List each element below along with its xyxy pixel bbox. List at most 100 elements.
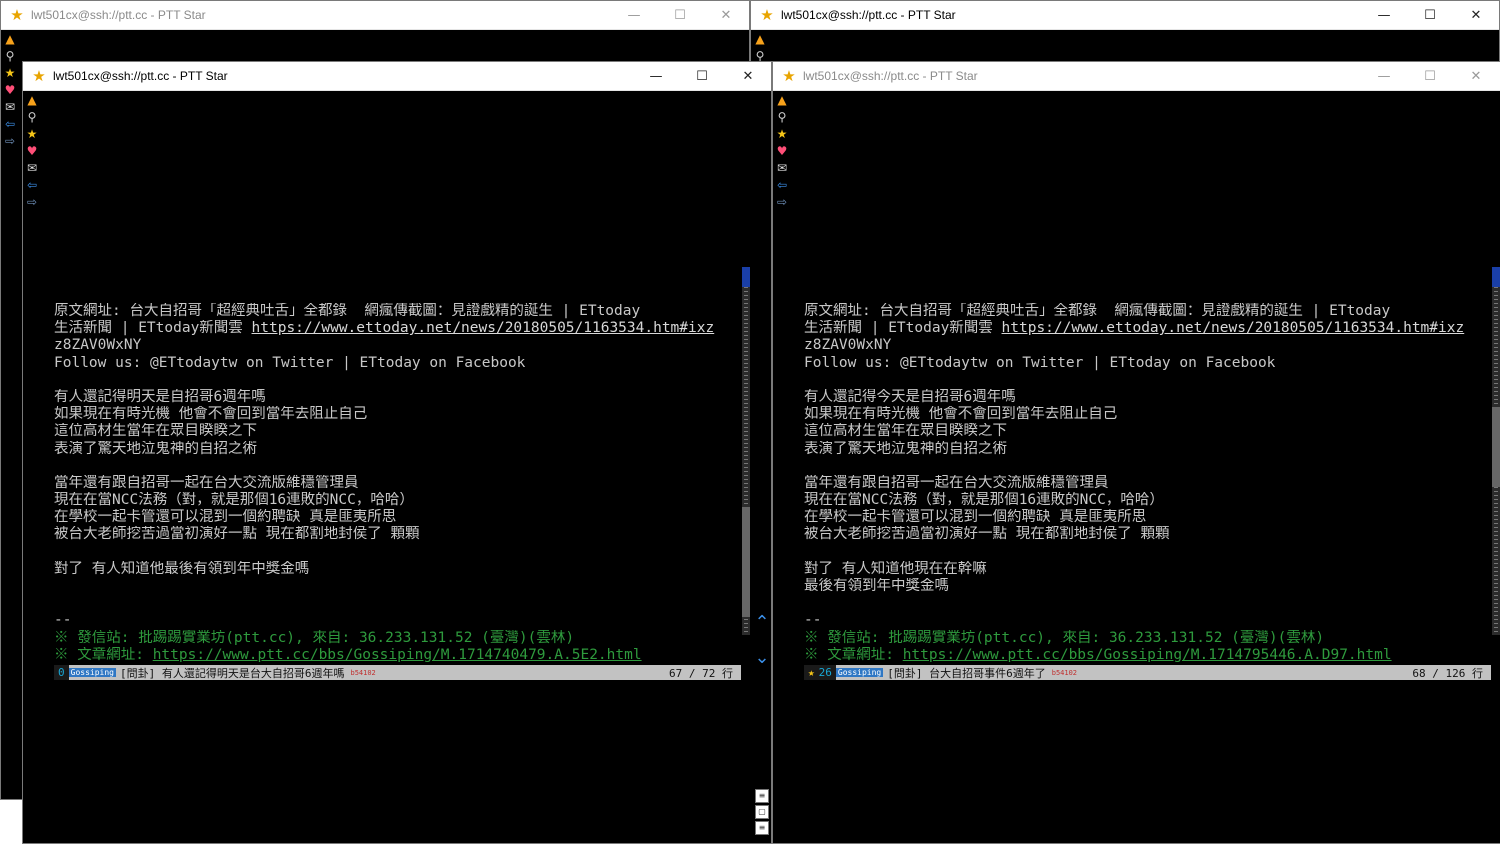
mail-icon[interactable]: ✉ (774, 160, 790, 177)
article-line: 如果現在有時光機 他會不會回到當年去阻止自己 (804, 406, 1118, 423)
article-line-with-link: 生活新聞 | ETtoday新聞雲 https://www.ettoday.ne… (54, 320, 744, 337)
fire-icon[interactable]: ▲ (752, 31, 768, 48)
forward-arrow-icon[interactable]: ⇨ (24, 194, 40, 211)
close-button[interactable]: ✕ (725, 62, 771, 91)
article-line: 當年還有跟自招哥一起在台大交流版維穩管理員 (804, 474, 1109, 491)
close-button[interactable]: ✕ (1453, 62, 1499, 91)
article-text[interactable]: 原文網址: 台大自招哥「超經典吐舌」全都錄 網瘋傳截圖：見證戲精的誕生 | ET… (54, 303, 744, 664)
article-line-prefix: 生活新聞 | ETtoday新聞雲 (804, 320, 1002, 337)
article-statusbar: ★ 26 Gossiping [問卦] 台大自招哥事件6週年了 b54102 68… (804, 665, 1491, 680)
article-line: -- (54, 612, 72, 629)
article-line (54, 595, 744, 612)
article-line: 有人還記得今天是自招哥6週年嗎 (804, 388, 1016, 405)
forward-arrow-icon[interactable]: ⇨ (774, 194, 790, 211)
news-link[interactable]: https://www.ettoday.net/news/20180505/11… (252, 320, 715, 336)
article-line: 有人還記得明天是自招哥6週年嗎 (54, 388, 266, 405)
star-icon[interactable]: ★ (774, 126, 790, 143)
front-right-titlebar[interactable]: ★ lwt501cx@ssh://ptt.cc - PTT Star — ☐ ✕ (773, 62, 1500, 91)
article-line (804, 544, 1484, 561)
scrollbar[interactable] (742, 267, 750, 635)
bg-left-toolstrip: ▲ ⚲ ★ ♥ ✉ ⇦ ⇨ (1, 31, 19, 150)
mail-icon[interactable]: ✉ (24, 160, 40, 177)
article-line: z8ZAV0WxNY (54, 337, 142, 354)
star-icon[interactable]: ★ (2, 65, 18, 82)
fire-icon[interactable]: ▲ (2, 31, 18, 48)
article-line-with-link: 生活新聞 | ETtoday新聞雲 https://www.ettoday.ne… (804, 320, 1484, 337)
article-line: Follow us: @ETtodaytw on Twitter | ETtod… (54, 354, 526, 371)
heart-icon[interactable]: ♥ (2, 82, 18, 99)
article-line (804, 372, 1484, 389)
maximize-button[interactable]: ☐ (1407, 62, 1453, 91)
article-line (804, 595, 1484, 612)
front-right-toolstrip: ▲ ⚲ ★ ♥ ✉ ⇦ ⇨ (773, 92, 791, 211)
heart-icon[interactable]: ♥ (24, 143, 40, 160)
document-icon[interactable]: ≡ (755, 789, 769, 803)
article-line: 在學校一起卡管還可以混到一個約聘缺 真是匪夷所思 (54, 509, 397, 526)
article-line: 如果現在有時光機 他會不會回到當年去阻止自己 (54, 406, 368, 423)
article-line: 表演了驚天地泣鬼神的自招之術 (54, 440, 257, 457)
minimize-button[interactable]: — (611, 1, 657, 30)
star-app-icon: ★ (10, 6, 24, 24)
window-title: lwt501cx@ssh://ptt.cc - PTT Star (53, 69, 228, 83)
article-line: z8ZAV0WxNY (804, 337, 892, 354)
star-app-icon: ★ (32, 67, 46, 85)
back-arrow-icon[interactable]: ⇦ (774, 177, 790, 194)
back-arrow-icon[interactable]: ⇦ (24, 177, 40, 194)
maximize-button[interactable]: ☐ (1407, 1, 1453, 30)
article-line: 原文網址: 台大自招哥「超經典吐舌」全都錄 網瘋傳截圖：見證戲精的誕生 | ET… (54, 303, 641, 319)
article-line: 被台大老師挖苦過當初演好一點 現在都割地封侯了 顆顆 (804, 526, 1170, 543)
line-position: 68 / 126 行 (1412, 666, 1483, 680)
article-url-link[interactable]: https://www.ptt.cc/bbs/Gossiping/M.17147… (153, 647, 642, 663)
fire-icon[interactable]: ▲ (24, 92, 40, 109)
article-line (54, 458, 744, 475)
scrollbar-thumb[interactable] (742, 507, 750, 617)
window-title: lwt501cx@ssh://ptt.cc - PTT Star (781, 8, 956, 22)
front-left-titlebar[interactable]: ★ lwt501cx@ssh://ptt.cc - PTT Star — ☐ ✕ (23, 62, 771, 91)
article-url-link[interactable]: https://www.ptt.cc/bbs/Gossiping/M.17147… (903, 647, 1392, 663)
maximize-button[interactable]: ☐ (657, 1, 703, 30)
front-window-left[interactable]: ★ lwt501cx@ssh://ptt.cc - PTT Star — ☐ ✕… (22, 61, 772, 844)
article-line-prefix: 生活新聞 | ETtoday新聞雲 (54, 320, 252, 337)
article-line (804, 458, 1484, 475)
window-title: lwt501cx@ssh://ptt.cc - PTT Star (803, 69, 978, 83)
line-position: 67 / 72 行 (669, 666, 733, 680)
search-icon[interactable]: ⚲ (774, 109, 790, 126)
paste-icon[interactable]: ≡ (755, 821, 769, 835)
scrollbar-thumb[interactable] (1492, 407, 1500, 487)
fire-icon[interactable]: ▲ (774, 92, 790, 109)
minimize-button[interactable]: — (1361, 1, 1407, 30)
scrollbar[interactable] (1492, 267, 1500, 635)
search-icon[interactable]: ⚲ (2, 48, 18, 65)
article-text[interactable]: 原文網址: 台大自招哥「超經典吐舌」全都錄 網瘋傳截圖：見證戲精的誕生 | ET… (804, 303, 1484, 664)
article-line: 對了 有人知道他現在在幹嘛 (804, 560, 987, 577)
bg-left-titlebar[interactable]: ★ lwt501cx@ssh://ptt.cc - PTT Star — ☐ ✕ (1, 1, 749, 30)
scroll-down-icon[interactable]: ⌄ (752, 647, 771, 668)
close-button[interactable]: ✕ (703, 1, 749, 30)
article-line: -- (804, 612, 822, 629)
board-badge: Gossiping (835, 668, 884, 677)
scrollbar-top-marker (742, 267, 750, 287)
push-count: ★ 26 (804, 665, 836, 680)
maximize-button[interactable]: ☐ (679, 62, 725, 91)
article-line (54, 578, 744, 595)
bg-right-titlebar[interactable]: ★ lwt501cx@ssh://ptt.cc - PTT Star — ☐ ✕ (751, 1, 1499, 30)
star-icon: ★ (808, 666, 815, 679)
signature-url-line: ※ 文章網址: https://www.ptt.cc/bbs/Gossiping… (54, 647, 744, 664)
copy-icon[interactable]: ▢ (755, 805, 769, 819)
minimize-button[interactable]: — (1361, 62, 1407, 91)
back-arrow-icon[interactable]: ⇦ (2, 116, 18, 133)
article-title: [問卦] 台大自招哥事件6週年了 (887, 666, 1046, 680)
news-link[interactable]: https://www.ettoday.net/news/20180505/11… (1002, 320, 1465, 336)
article-line: 對了 有人知道他最後有領到年中獎金嗎 (54, 560, 310, 577)
star-icon[interactable]: ★ (24, 126, 40, 143)
minimize-button[interactable]: — (633, 62, 679, 91)
close-button[interactable]: ✕ (1453, 1, 1499, 30)
forward-arrow-icon[interactable]: ⇨ (2, 133, 18, 150)
article-line: 當年還有跟自招哥一起在台大交流版維穩管理員 (54, 474, 359, 491)
search-icon[interactable]: ⚲ (24, 109, 40, 126)
article-line: 在學校一起卡管還可以混到一個約聘缺 真是匪夷所思 (804, 509, 1147, 526)
mail-icon[interactable]: ✉ (2, 99, 18, 116)
front-window-right[interactable]: ★ lwt501cx@ssh://ptt.cc - PTT Star — ☐ ✕… (772, 61, 1500, 844)
heart-icon[interactable]: ♥ (774, 143, 790, 160)
scroll-up-icon[interactable]: ⌃ (752, 612, 771, 633)
